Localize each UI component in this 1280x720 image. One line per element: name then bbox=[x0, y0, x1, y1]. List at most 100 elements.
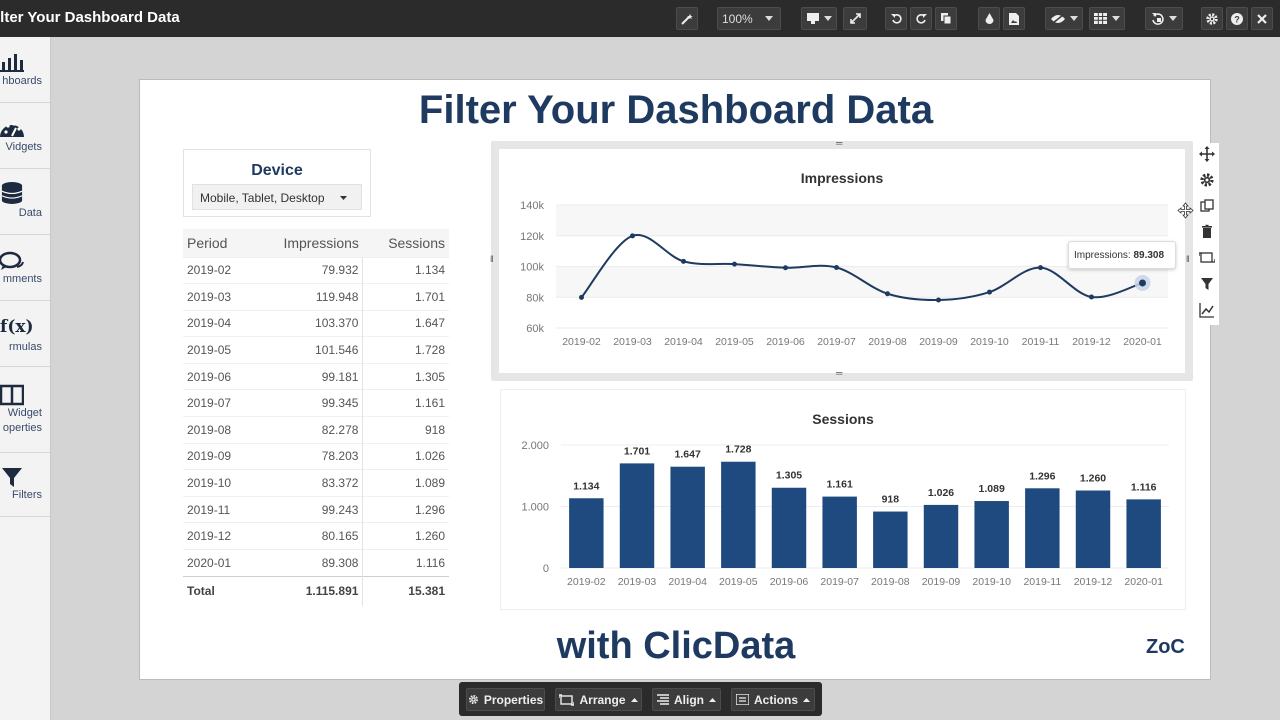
magic-wand-button[interactable] bbox=[676, 7, 698, 30]
page-scrollbar[interactable] bbox=[1266, 37, 1280, 720]
close-button[interactable] bbox=[1251, 7, 1273, 30]
resize-handle-bottom-icon[interactable]: ═ bbox=[836, 368, 842, 378]
caret-down-icon bbox=[765, 16, 773, 21]
gear-icon[interactable] bbox=[1199, 172, 1215, 188]
bar-chart-icon bbox=[0, 54, 24, 72]
bar bbox=[822, 496, 857, 568]
sessions-widget[interactable]: Sessions 0 1.000 2.000 1.134 2019-02 1.701 201… bbox=[500, 389, 1186, 610]
filter-icon[interactable] bbox=[1199, 276, 1215, 292]
x-tick-label: 2019-08 bbox=[871, 576, 910, 588]
export-button[interactable] bbox=[1003, 7, 1025, 30]
column-header[interactable]: Period bbox=[183, 229, 253, 257]
table-cell: 80.165 bbox=[252, 522, 364, 550]
actions-button[interactable]: Actions bbox=[731, 688, 815, 711]
table-cell: 2019-02 bbox=[183, 256, 253, 284]
table-cell: 918 bbox=[362, 416, 449, 444]
table-row[interactable]: 2019-02 79.932 1.134 bbox=[183, 256, 449, 284]
sidebar-item-widget-properties[interactable]: Widget operties bbox=[0, 367, 50, 453]
table-row[interactable]: 2019-09 78.203 1.026 bbox=[183, 442, 449, 470]
undo-button[interactable] bbox=[885, 7, 907, 30]
table-row[interactable]: 2019-03 119.948 1.701 bbox=[183, 283, 449, 311]
caret-up-icon bbox=[709, 697, 716, 702]
actions-list-icon bbox=[735, 694, 749, 705]
x-tick-label: 2019-05 bbox=[715, 336, 754, 348]
sidebar-item-formulas[interactable]: f(x) rmulas bbox=[0, 301, 50, 367]
database-icon bbox=[1, 182, 23, 204]
tooltip-label: Impressions: bbox=[1074, 250, 1134, 261]
chart-tooltip: Impressions: 89.308 bbox=[1068, 241, 1176, 269]
visibility-button[interactable] bbox=[1045, 7, 1083, 30]
arrange-button[interactable]: Arrange bbox=[555, 688, 642, 711]
table-cell: 2019-06 bbox=[183, 362, 253, 390]
x-tick-label: 2019-10 bbox=[972, 576, 1011, 588]
table-cell: 1.728 bbox=[362, 336, 449, 364]
x-tick-label: 2019-06 bbox=[770, 576, 809, 588]
column-header[interactable]: Sessions bbox=[362, 229, 449, 257]
gear-icon bbox=[1206, 12, 1218, 25]
sidebar-item-filters[interactable]: Filters bbox=[0, 453, 50, 517]
device-filter-widget[interactable]: Device Mobile, Tablet, Desktop bbox=[183, 149, 371, 217]
bar-data-label: 918 bbox=[882, 494, 900, 506]
table-row[interactable]: 2019-05 101.546 1.728 bbox=[183, 336, 449, 364]
table-row[interactable]: 2019-11 99.243 1.296 bbox=[183, 495, 449, 523]
dashboard-canvas[interactable]: Filter Your Dashboard Data Device Mobile… bbox=[139, 79, 1211, 680]
table-cell: 2019-04 bbox=[183, 309, 253, 337]
duplicate-icon[interactable] bbox=[1199, 198, 1215, 214]
properties-button[interactable]: Properties bbox=[466, 688, 545, 711]
resize-handle-top-icon[interactable]: ═ bbox=[836, 138, 842, 148]
table-total-cell: Total bbox=[183, 575, 253, 607]
sidebar-item-label: Filters bbox=[12, 489, 42, 501]
copy-button[interactable] bbox=[935, 7, 957, 30]
table-cell: 1.647 bbox=[362, 309, 449, 337]
grid-button[interactable] bbox=[1089, 7, 1125, 30]
table-row[interactable]: 2019-04 103.370 1.647 bbox=[183, 309, 449, 337]
refresh-options-button[interactable] bbox=[1145, 7, 1183, 30]
y-tick-label: 1.000 bbox=[521, 502, 549, 514]
device-select-value: Mobile, Tablet, Desktop bbox=[200, 191, 325, 205]
copy-icon bbox=[940, 13, 951, 24]
table-row[interactable]: 2020-01 89.308 1.116 bbox=[183, 549, 449, 577]
sidebar-item-comments[interactable]: mments bbox=[0, 235, 50, 301]
fullscreen-button[interactable] bbox=[843, 7, 867, 30]
x-tick-label: 2019-07 bbox=[820, 576, 859, 588]
table-row[interactable]: 2019-10 83.372 1.089 bbox=[183, 469, 449, 497]
resize-frame-icon[interactable] bbox=[1199, 250, 1215, 266]
grid-band bbox=[556, 297, 1168, 328]
sidebar-item-data[interactable]: Data bbox=[0, 169, 50, 235]
bar-data-label: 1.701 bbox=[624, 445, 650, 457]
trash-icon[interactable] bbox=[1199, 224, 1215, 240]
caret-down-icon bbox=[1069, 16, 1078, 21]
bar bbox=[923, 504, 959, 568]
resize-handle-right-icon[interactable]: ‖ bbox=[1186, 254, 1190, 264]
table-cell: 1.116 bbox=[362, 549, 449, 577]
file-image-icon bbox=[1009, 12, 1019, 25]
redo-button[interactable] bbox=[910, 7, 932, 30]
sidebar-item-dashboards[interactable]: hboards bbox=[0, 37, 50, 103]
table-row[interactable]: 2019-12 80.165 1.260 bbox=[183, 522, 449, 550]
bar bbox=[619, 463, 655, 568]
table-cell: 103.370 bbox=[252, 309, 364, 337]
align-button[interactable]: Align bbox=[652, 688, 721, 711]
table-total-cell: 15.381 bbox=[362, 575, 449, 607]
table-row[interactable]: 2019-06 99.181 1.305 bbox=[183, 362, 449, 390]
device-preview-button[interactable] bbox=[801, 7, 837, 30]
column-header[interactable]: Impressions bbox=[252, 229, 363, 257]
theme-button[interactable] bbox=[978, 7, 1000, 30]
align-icon bbox=[657, 694, 669, 705]
x-tick-label: 2019-02 bbox=[567, 576, 606, 588]
footer-text: with ClicData bbox=[556, 625, 796, 667]
table-row[interactable]: 2019-07 99.345 1.161 bbox=[183, 389, 449, 417]
resize-handle-left-icon[interactable]: ‖ bbox=[490, 254, 494, 264]
x-tick-label: 2019-09 bbox=[919, 336, 958, 348]
help-button[interactable]: ? bbox=[1226, 7, 1248, 30]
line-chart-icon[interactable] bbox=[1199, 302, 1215, 318]
fx-icon: f(x) bbox=[0, 317, 34, 337]
device-select[interactable]: Mobile, Tablet, Desktop bbox=[192, 184, 362, 210]
sidebar-item-widgets[interactable]: Vidgets bbox=[0, 103, 50, 169]
zoom-select[interactable]: 100% bbox=[717, 7, 781, 30]
table-row[interactable]: 2019-08 82.278 918 bbox=[183, 416, 449, 444]
bar-data-label: 1.647 bbox=[675, 449, 701, 461]
settings-button[interactable] bbox=[1201, 7, 1223, 30]
move-icon[interactable] bbox=[1199, 146, 1215, 162]
table-header-row: Period Impressions Sessions bbox=[183, 229, 449, 257]
